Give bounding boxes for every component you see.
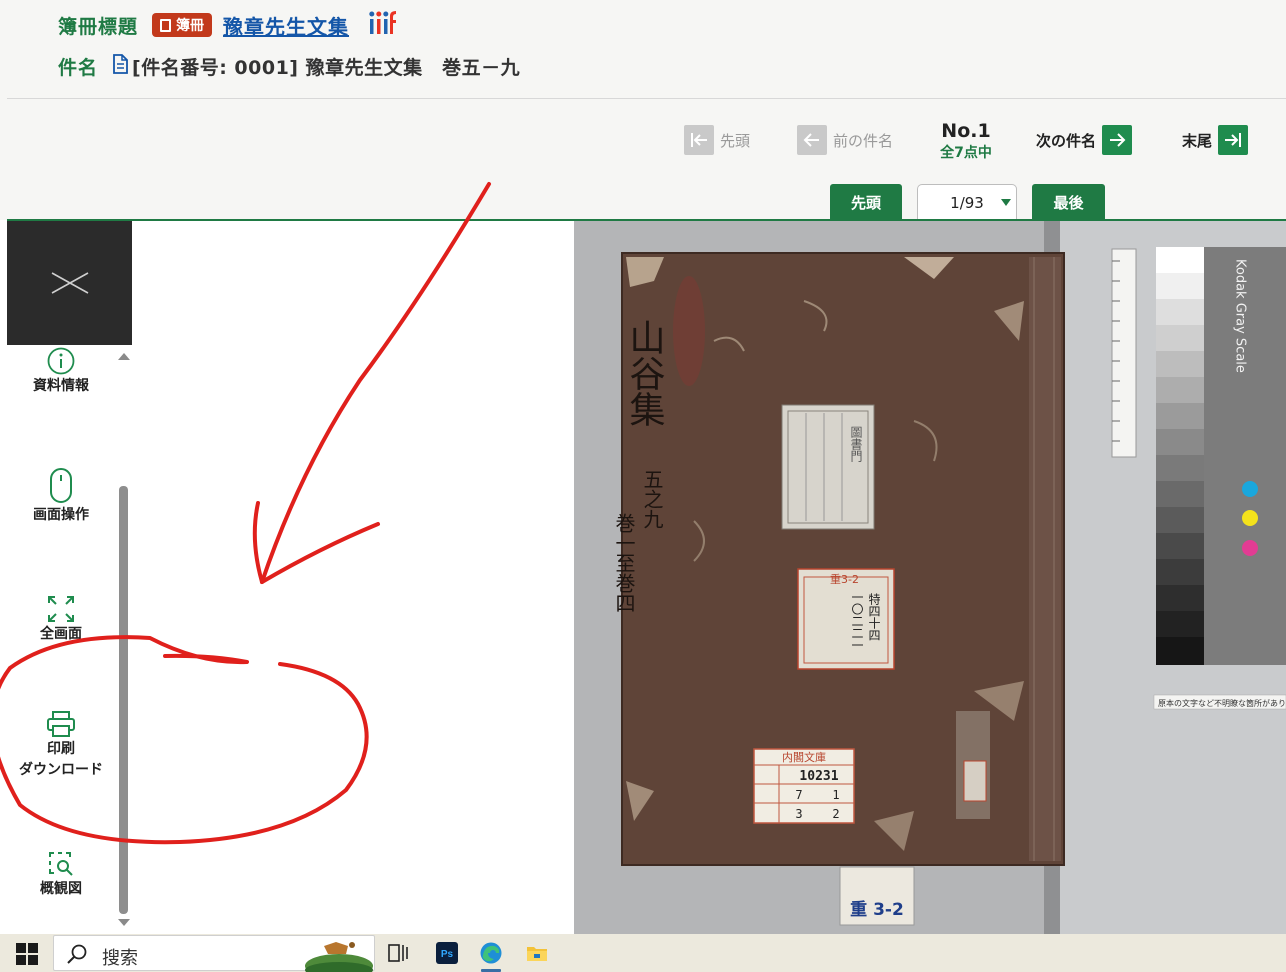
paper-label-2: 特四十四 一〇二二一 重3-2: [797, 568, 895, 670]
book-badge: 簿冊: [152, 13, 213, 37]
next-item-button[interactable]: 次の件名: [1036, 125, 1133, 155]
photoshop-icon: Ps: [436, 942, 458, 964]
library-label-row3b: 2: [832, 807, 839, 821]
document-icon: [112, 54, 128, 78]
library-label-title: 内閣文庫: [782, 750, 826, 764]
taskbar: 搜索 Ps: [0, 934, 1286, 972]
item-label: 件名: [58, 56, 99, 79]
search-highlight-icon: [305, 942, 373, 972]
header-divider: [7, 98, 1286, 99]
scanned-book-image[interactable]: 山谷集 五之九 巻一至巻四 圖書門 特四十四 一〇二二一 重3-2 内閣文庫 1…: [574, 221, 1286, 934]
scroll-down-icon[interactable]: [118, 919, 130, 926]
page-select-value: 1/93: [950, 193, 984, 212]
last-item-label: 末尾: [1182, 131, 1213, 150]
photoshop-button[interactable]: Ps: [432, 938, 462, 968]
windows-start-button[interactable]: [16, 943, 38, 969]
notice-strip-text: 原本の文字など不明瞭な箇所があります: [1158, 698, 1286, 708]
item-title: [件名番号: 0001] 豫章先生文集 巻五－九: [132, 56, 521, 79]
gray-scale-card: Kodak Gray Scale: [1156, 247, 1286, 665]
mouse-icon: [50, 468, 72, 503]
sidebar-item-label: 全画面: [40, 626, 82, 642]
sidebar-item-label-line2: ダウンロード: [19, 762, 103, 778]
library-label-no: 10231: [799, 769, 838, 784]
caret-down-icon: [1001, 199, 1011, 206]
sidebar-item-info[interactable]: 資料情報: [7, 346, 115, 397]
cover-subtitle-1: 五之九: [640, 469, 664, 529]
item-total: 全7点中: [940, 145, 992, 161]
taskbar-search-box[interactable]: 搜索: [53, 935, 375, 972]
search-icon: [67, 944, 87, 964]
sidebar-item-label: 画面操作: [33, 507, 89, 523]
skip-last-icon: [1218, 125, 1249, 155]
next-item-label: 次の件名: [1036, 131, 1097, 150]
book-icon: [160, 18, 172, 32]
library-label: 内閣文庫 10231 7 1 3 2: [753, 748, 855, 824]
printer-icon: [47, 711, 75, 737]
kodak-text: Kodak Gray Scale: [1233, 259, 1248, 373]
sidebar-item-operations[interactable]: 画面操作: [7, 467, 115, 526]
library-label-row2a: 7: [795, 788, 802, 802]
item-row: 件名 [件名番号: 0001] 豫章先生文集 巻五－九: [58, 51, 520, 81]
cover-title-text: 山谷集: [624, 319, 665, 427]
file-explorer-button[interactable]: [522, 938, 552, 968]
edge-browser-button[interactable]: [476, 938, 506, 968]
scrollbar-thumb[interactable]: [119, 486, 128, 914]
spine-tag-text: 重 3-2: [850, 899, 904, 920]
edge-icon: [480, 942, 502, 964]
windows-logo-icon: [16, 943, 38, 965]
first-item-label: 先頭: [720, 131, 751, 150]
fullscreen-icon: [48, 596, 74, 622]
close-icon: [51, 272, 88, 294]
search-placeholder: 搜索: [102, 948, 138, 969]
sidebar-item-overview[interactable]: 概観図: [7, 849, 115, 900]
close-sidebar-button[interactable]: [7, 221, 132, 345]
arrow-left-icon: [797, 125, 827, 155]
info-icon: [47, 347, 75, 375]
scroll-up-icon[interactable]: [118, 353, 130, 360]
label-mid-1: 特四十四: [867, 592, 881, 641]
ps-label: Ps: [441, 949, 454, 960]
paper-label-1: 圖書門: [781, 404, 875, 530]
prev-item-button[interactable]: 前の件名: [797, 125, 893, 155]
page-header: 簿冊標題 簿冊 豫章先生文集 件名 [件名番号: 0001] 豫章先生文集 巻五…: [0, 0, 1286, 220]
book-badge-label: 簿冊: [176, 18, 205, 34]
label-mid-2: 一〇二二一: [850, 591, 864, 651]
iiif-icon[interactable]: [369, 10, 397, 40]
first-page-button[interactable]: 先頭: [830, 184, 902, 220]
sidebar-item-label: 資料情報: [33, 378, 89, 394]
sidebar-item-label-line1: 印刷: [47, 741, 75, 757]
sidebar: 資料情報 画面操作 全画面 印刷 ダウンロード 概観図: [7, 221, 132, 934]
spine-tag: 重 3-2: [839, 866, 915, 926]
task-view-button[interactable]: [383, 938, 413, 968]
last-item-button[interactable]: 末尾: [1182, 125, 1249, 155]
cover-subtitle-2: 巻一至巻四: [612, 513, 636, 613]
image-viewer[interactable]: 山谷集 五之九 巻一至巻四 圖書門 特四十四 一〇二二一 重3-2 内閣文庫 1…: [132, 221, 1286, 934]
title-row: 簿冊標題 簿冊 豫章先生文集: [58, 10, 397, 40]
first-item-button[interactable]: 先頭: [684, 125, 750, 155]
library-label-row2b: 1: [832, 788, 839, 802]
task-view-icon: [388, 944, 408, 962]
sidebar-item-label: 概観図: [40, 881, 82, 897]
arrow-right-icon: [1102, 125, 1133, 155]
sidebar-scrollbar[interactable]: [117, 351, 130, 933]
library-label-row3a: 3: [795, 807, 802, 821]
cover-title: 山谷集: [624, 319, 665, 427]
page-select[interactable]: 1/93: [917, 184, 1017, 220]
title-label: 簿冊標題: [58, 15, 139, 38]
prev-item-label: 前の件名: [833, 131, 894, 150]
sidebar-item-fullscreen[interactable]: 全画面: [7, 594, 115, 645]
ruler: [1111, 248, 1137, 458]
item-number: No.1: [941, 120, 991, 142]
skip-first-icon: [684, 125, 714, 155]
label-mid-3: 重3-2: [830, 572, 859, 586]
sidebar-item-print-download[interactable]: 印刷 ダウンロード: [7, 709, 115, 781]
last-page-button[interactable]: 最後: [1032, 184, 1105, 220]
folder-icon: [527, 947, 547, 961]
item-counter: No.1 全7点中: [930, 120, 1002, 162]
label-top-text: 圖書門: [849, 426, 863, 462]
overview-icon: [49, 852, 73, 876]
book-title-link[interactable]: 豫章先生文集: [223, 11, 349, 40]
